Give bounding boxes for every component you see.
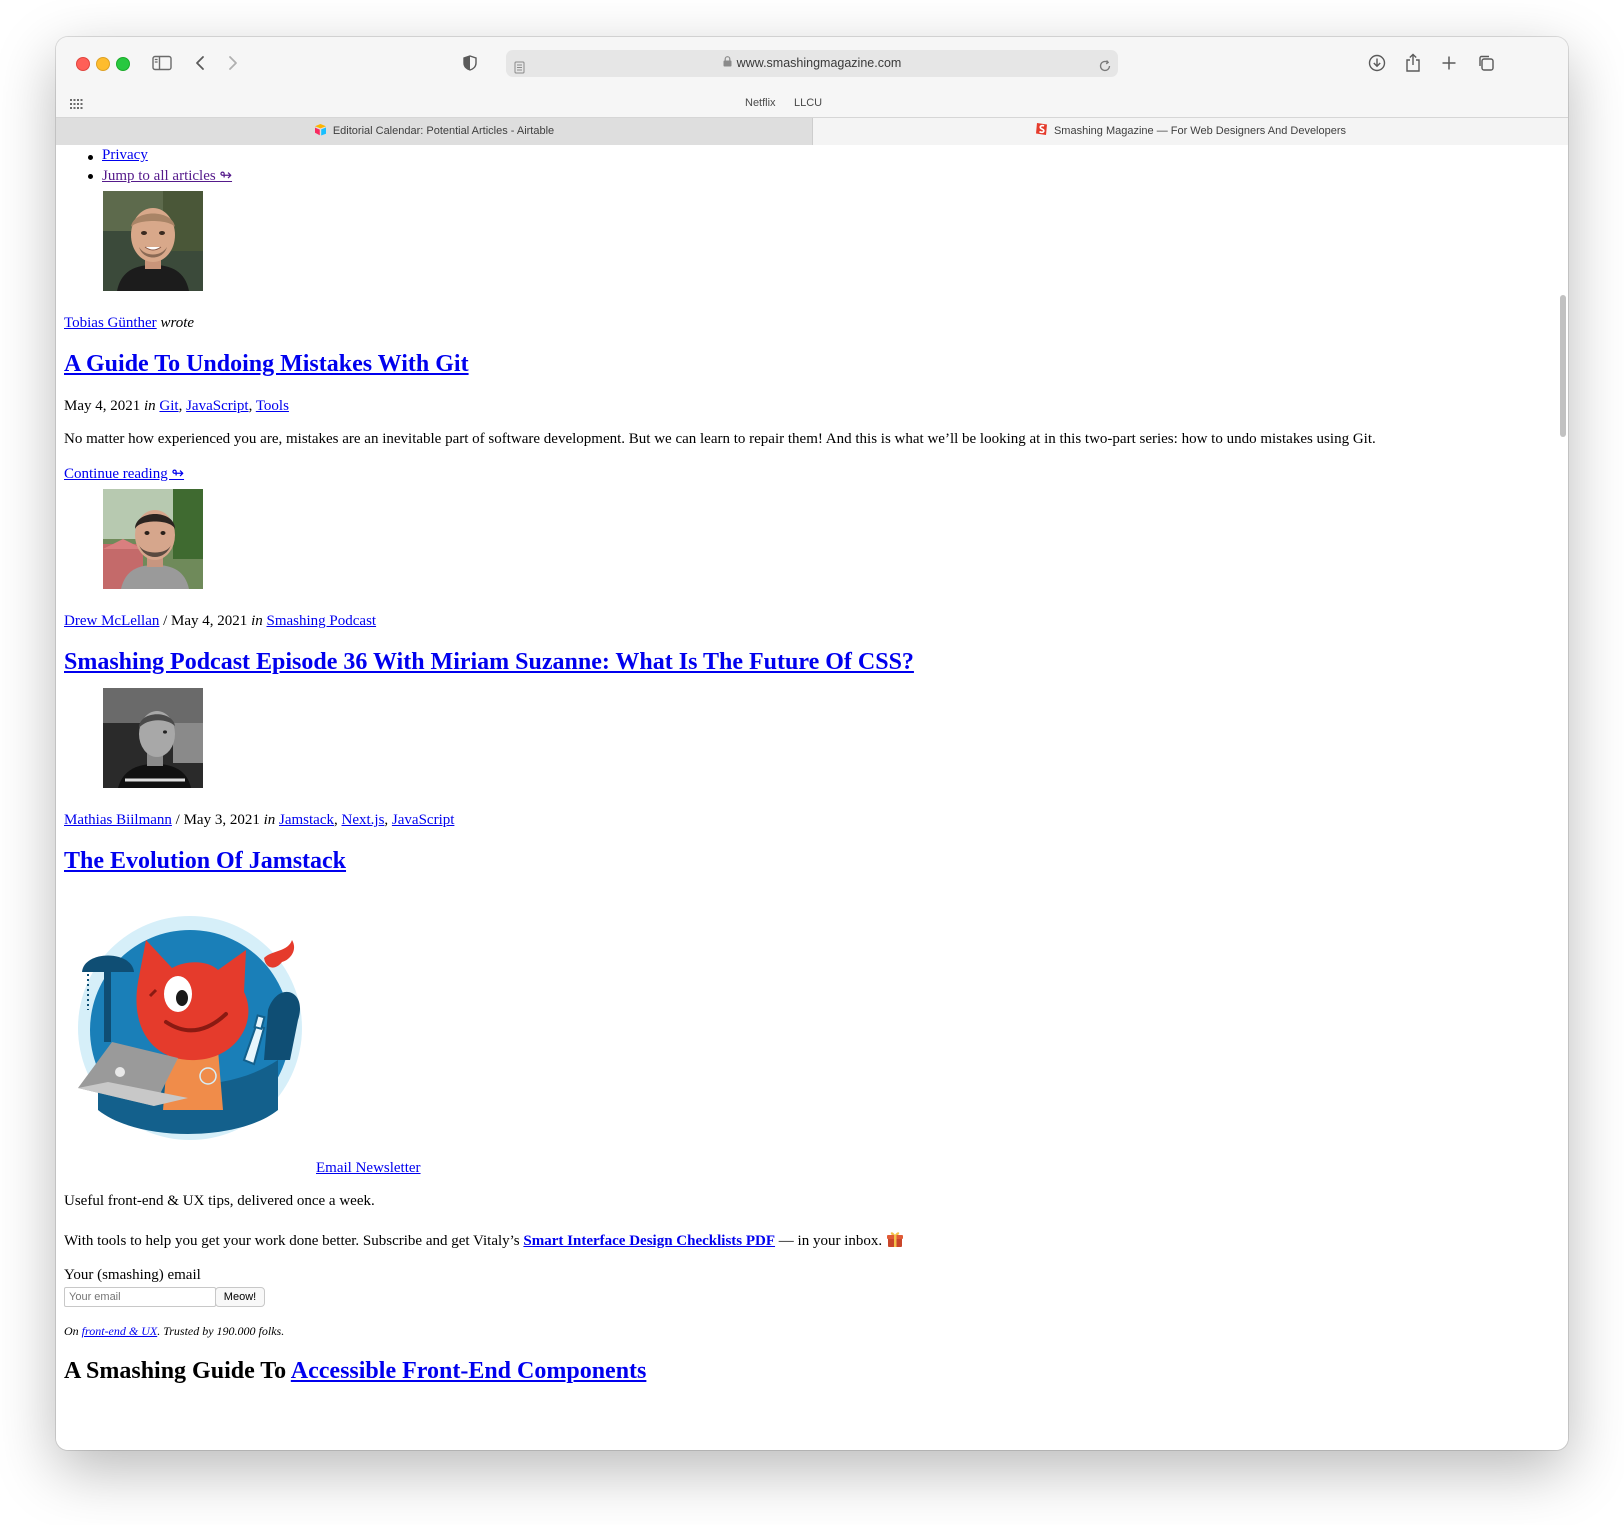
close-window-button[interactable] (76, 57, 90, 71)
new-tab-icon[interactable] (1437, 51, 1461, 75)
minimize-window-button[interactable] (96, 57, 110, 71)
continue-reading-link[interactable]: Continue reading ↬ (64, 464, 184, 483)
browser-toolbar: www.smashingmagazine.com (56, 37, 1568, 91)
trust-line: On front-end & UX. Trusted by 190.000 fo… (64, 1324, 284, 1339)
article-title-link-podcast[interactable]: Smashing Podcast Episode 36 With Miriam … (64, 649, 914, 675)
favorites-bar: Netflix LLCU (56, 91, 1568, 117)
trust-count-text: . Trusted by 190.000 folks. (157, 1324, 285, 1338)
email-label: Your (smashing) email (64, 1267, 201, 1283)
article-title-git: A Guide To Undoing Mistakes With Git (64, 351, 469, 378)
article-date: May 4, 2021 (64, 398, 141, 414)
tag-link-javascript-2[interactable]: JavaScript (392, 812, 454, 828)
in-label: in (144, 398, 156, 414)
author-link-tobias[interactable]: Tobias Günther (64, 315, 157, 331)
tag-link-tools[interactable]: Tools (256, 398, 289, 414)
trust-on: On (64, 1324, 79, 1338)
reload-icon[interactable] (1098, 56, 1112, 83)
tag-link-git[interactable]: Git (159, 398, 178, 414)
lock-icon (723, 50, 732, 77)
email-input[interactable] (64, 1287, 216, 1307)
list-bullet (88, 155, 93, 160)
favorite-netflix[interactable]: Netflix (745, 97, 776, 109)
article-title-link-git[interactable]: A Guide To Undoing Mistakes With Git (64, 351, 469, 377)
downloads-icon[interactable] (1365, 51, 1389, 75)
in-label: in (251, 613, 263, 629)
article-excerpt: No matter how experienced you are, mista… (64, 431, 1376, 447)
sidebar-toggle-icon[interactable] (150, 51, 174, 75)
tab-smashing-title: Smashing Magazine — For Web Designers An… (1053, 125, 1347, 137)
reader-icon[interactable] (514, 57, 525, 84)
guide-prefix: A Smashing Guide To (64, 1358, 287, 1384)
article-title-podcast: Smashing Podcast Episode 36 With Miriam … (64, 649, 914, 676)
author-avatar-drew (103, 489, 203, 589)
checklists-pdf-link[interactable]: Smart Interface Design Checklists PDF (523, 1233, 775, 1249)
tag-link-smashing-podcast[interactable]: Smashing Podcast (266, 613, 376, 629)
email-newsletter-link[interactable]: Email Newsletter (316, 1160, 421, 1177)
tab-airtable-title: Editorial Calendar: Potential Articles -… (332, 125, 555, 137)
back-icon[interactable] (188, 51, 212, 75)
wrote-label: wrote (160, 315, 195, 331)
privacy-link[interactable]: Privacy (102, 147, 148, 164)
tag-link-nextjs[interactable]: Next.js (342, 812, 385, 828)
tab-overview-icon[interactable] (1474, 51, 1498, 75)
author-link-mathias[interactable]: Mathias Biilmann (64, 812, 172, 828)
tab-smashing[interactable]: Smashing Magazine — For Web Designers An… (813, 118, 1568, 145)
pitch-after-text: — in your inbox. (778, 1233, 883, 1249)
tag-link-jamstack[interactable]: Jamstack (279, 812, 334, 828)
front-end-ux-link[interactable]: front-end & UX (82, 1324, 158, 1338)
page-content: Privacy Jump to all articles ↬ Tobias Gü… (56, 145, 1568, 1450)
tab-airtable[interactable]: Editorial Calendar: Potential Articles -… (56, 118, 813, 145)
newsletter-pitch: With tools to help you get your work don… (64, 1230, 904, 1253)
author-avatar-tobias (103, 191, 203, 291)
address-url: www.smashingmagazine.com (736, 56, 902, 70)
list-bullet (88, 174, 93, 179)
article-title-jamstack: The Evolution Of Jamstack (64, 848, 346, 875)
meow-subscribe-button[interactable]: Meow! (215, 1287, 265, 1307)
jump-to-articles-link[interactable]: Jump to all articles ↬ (102, 166, 232, 185)
article-date: / May 3, 2021 (175, 812, 260, 828)
article-title-link-jamstack[interactable]: The Evolution Of Jamstack (64, 848, 346, 874)
share-icon[interactable] (1401, 51, 1425, 75)
newsletter-mascot-image (68, 910, 304, 1146)
newsletter-tagline: Useful front-end & UX tips, delivered on… (64, 1193, 375, 1209)
airtable-favicon-icon (314, 120, 327, 136)
forward-icon[interactable] (221, 51, 245, 75)
page-scrollbar[interactable] (1560, 295, 1566, 437)
author-link-drew[interactable]: Drew McLellan (64, 613, 159, 629)
author-avatar-mathias (103, 688, 203, 788)
address-bar[interactable]: www.smashingmagazine.com (506, 50, 1118, 77)
favorite-llcu[interactable]: LLCU (794, 97, 822, 109)
smashing-guide-heading: A Smashing Guide To Accessible Front-End… (64, 1358, 646, 1385)
zoom-window-button[interactable] (116, 57, 130, 71)
gift-icon (886, 1230, 904, 1253)
in-label: in (263, 812, 276, 828)
tab-bar: Editorial Calendar: Potential Articles -… (56, 117, 1568, 146)
article-date: / May 4, 2021 (163, 613, 248, 629)
smashing-favicon-icon (1035, 120, 1048, 135)
grid-icon[interactable] (70, 99, 83, 112)
privacy-shield-icon[interactable] (458, 51, 482, 75)
tag-link-javascript[interactable]: JavaScript (186, 398, 248, 414)
accessible-components-link[interactable]: Accessible Front-End Components (291, 1358, 647, 1384)
browser-window: www.smashingmagazine.com Netflix LLCU Ed… (56, 37, 1568, 1450)
pitch-text: With tools to help you get your work don… (64, 1233, 520, 1249)
